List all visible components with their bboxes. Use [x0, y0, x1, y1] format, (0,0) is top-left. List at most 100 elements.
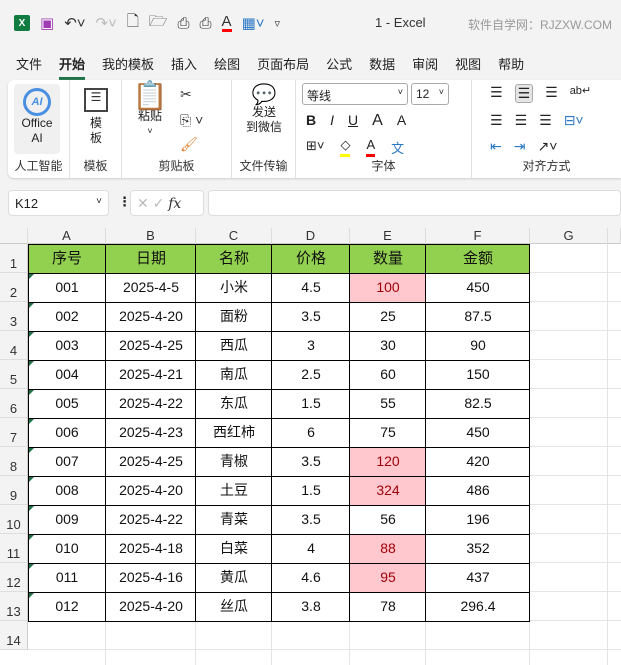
align-left-icon[interactable]: ☰ [490, 112, 503, 129]
shrink-font-button[interactable]: A [397, 112, 406, 130]
phonetic-button[interactable]: 文 [391, 138, 404, 157]
column-header-A[interactable]: A [28, 228, 106, 244]
data-cell[interactable]: 100 [350, 273, 426, 302]
align-center-icon[interactable]: ☰ [515, 112, 528, 129]
insert-function-button[interactable]: fx [168, 196, 181, 212]
tab-9[interactable]: 视图 [455, 54, 481, 80]
data-cell[interactable]: 东瓜 [196, 389, 272, 418]
data-cell[interactable]: 25 [350, 302, 426, 331]
header-cell[interactable]: 价格 [272, 244, 350, 273]
row-header-5[interactable]: 5 [0, 360, 28, 389]
data-cell[interactable]: 002 [28, 302, 106, 331]
data-cell[interactable]: 296.4 [426, 592, 530, 621]
decrease-indent-icon[interactable]: ⇤ [490, 138, 502, 155]
header-cell[interactable]: 序号 [28, 244, 106, 273]
font-size-select[interactable]: 12 ˅ [411, 83, 449, 105]
border-icon[interactable]: ⊞˅ [306, 138, 324, 157]
tab-7[interactable]: 数据 [369, 54, 395, 80]
save-icon[interactable]: ▣ [40, 14, 54, 32]
data-cell[interactable]: 小米 [196, 273, 272, 302]
tab-5[interactable]: 页面布局 [257, 54, 309, 80]
data-cell[interactable]: 56 [350, 505, 426, 534]
tab-4[interactable]: 绘图 [214, 54, 240, 80]
chevron-down-icon[interactable]: ˅ [132, 124, 168, 139]
print-icon[interactable]: ⎙ [200, 15, 212, 32]
data-cell[interactable]: 150 [426, 360, 530, 389]
data-cell[interactable]: 青椒 [196, 447, 272, 476]
data-cell[interactable]: 3.5 [272, 447, 350, 476]
cancel-icon[interactable]: ✕ [137, 195, 149, 211]
data-cell[interactable]: 55 [350, 389, 426, 418]
data-cell[interactable]: 30 [350, 331, 426, 360]
row-header-10[interactable]: 10 [0, 505, 28, 534]
data-cell[interactable]: 南瓜 [196, 360, 272, 389]
data-cell[interactable]: 2025-4-25 [106, 447, 196, 476]
data-cell[interactable]: 420 [426, 447, 530, 476]
align-middle-icon[interactable]: ☰ [514, 84, 534, 103]
data-cell[interactable]: 007 [28, 447, 106, 476]
fill-color-icon[interactable]: ◇ [340, 138, 351, 157]
data-cell[interactable]: 001 [28, 273, 106, 302]
header-cell[interactable]: 数量 [350, 244, 426, 273]
undo-icon[interactable]: ↶˅ [64, 14, 85, 32]
enter-icon[interactable]: ✓ [153, 195, 165, 211]
row-header-3[interactable]: 3 [0, 302, 28, 331]
data-cell[interactable]: 3.5 [272, 302, 350, 331]
data-cell[interactable]: 2025-4-22 [106, 505, 196, 534]
row-header-7[interactable]: 7 [0, 418, 28, 447]
tab-6[interactable]: 公式 [326, 54, 352, 80]
data-cell[interactable]: 009 [28, 505, 106, 534]
header-cell[interactable]: 名称 [196, 244, 272, 273]
font-name-select[interactable]: 等线 ˅ [302, 83, 408, 105]
align-top-icon[interactable]: ☰ [490, 84, 503, 103]
align-right-icon[interactable]: ☰ [539, 112, 552, 129]
data-cell[interactable]: 土豆 [196, 476, 272, 505]
data-cell[interactable]: 008 [28, 476, 106, 505]
paste-button[interactable]: 📋 粘贴 ˅ [132, 82, 168, 139]
data-cell[interactable]: 4 [272, 534, 350, 563]
data-cell[interactable]: 75 [350, 418, 426, 447]
data-cell[interactable]: 324 [350, 476, 426, 505]
data-cell[interactable]: 010 [28, 534, 106, 563]
data-cell[interactable]: 2025-4-21 [106, 360, 196, 389]
data-cell[interactable]: 003 [28, 331, 106, 360]
data-cell[interactable]: 120 [350, 447, 426, 476]
column-header-F[interactable]: F [426, 228, 530, 244]
data-cell[interactable]: 青菜 [196, 505, 272, 534]
table-icon[interactable]: ▦˅ [242, 14, 265, 32]
row-header-6[interactable]: 6 [0, 389, 28, 418]
data-cell[interactable]: 1.5 [272, 476, 350, 505]
column-header-E[interactable]: E [350, 228, 426, 244]
template-button[interactable]: ☰ 模 板 [78, 88, 114, 146]
row-header-9[interactable]: 9 [0, 476, 28, 505]
data-cell[interactable]: 西瓜 [196, 331, 272, 360]
underline-button[interactable]: U [348, 112, 358, 130]
data-cell[interactable]: 2025-4-16 [106, 563, 196, 592]
data-cell[interactable]: 005 [28, 389, 106, 418]
row-header-11[interactable]: 11 [0, 534, 28, 563]
row-header-4[interactable]: 4 [0, 331, 28, 360]
font-color-icon[interactable]: A [221, 14, 232, 32]
row-header-2[interactable]: 2 [0, 273, 28, 302]
data-cell[interactable]: 4.5 [272, 273, 350, 302]
data-cell[interactable]: 2025-4-20 [106, 302, 196, 331]
data-cell[interactable]: 3.5 [272, 505, 350, 534]
data-cell[interactable]: 2025-4-5 [106, 273, 196, 302]
data-cell[interactable]: 2025-4-25 [106, 331, 196, 360]
data-cell[interactable]: 2025-4-20 [106, 476, 196, 505]
italic-button[interactable]: I [330, 112, 334, 130]
data-cell[interactable]: 3.8 [272, 592, 350, 621]
data-cell[interactable]: 486 [426, 476, 530, 505]
bold-button[interactable]: B [306, 112, 316, 130]
tab-10[interactable]: 帮助 [498, 54, 524, 80]
cut-icon[interactable]: ✂ [180, 86, 192, 103]
data-cell[interactable]: 012 [28, 592, 106, 621]
customize-icon[interactable]: ▿ [275, 17, 281, 30]
data-cell[interactable]: 2025-4-20 [106, 592, 196, 621]
office-ai-button[interactable]: AI Office AI [14, 84, 60, 154]
copy-icon[interactable]: ⎘ ˅ [180, 112, 203, 129]
data-cell[interactable]: 面粉 [196, 302, 272, 331]
column-header-G[interactable]: G [530, 228, 608, 244]
data-cell[interactable]: 西红柿 [196, 418, 272, 447]
data-cell[interactable]: 82.5 [426, 389, 530, 418]
